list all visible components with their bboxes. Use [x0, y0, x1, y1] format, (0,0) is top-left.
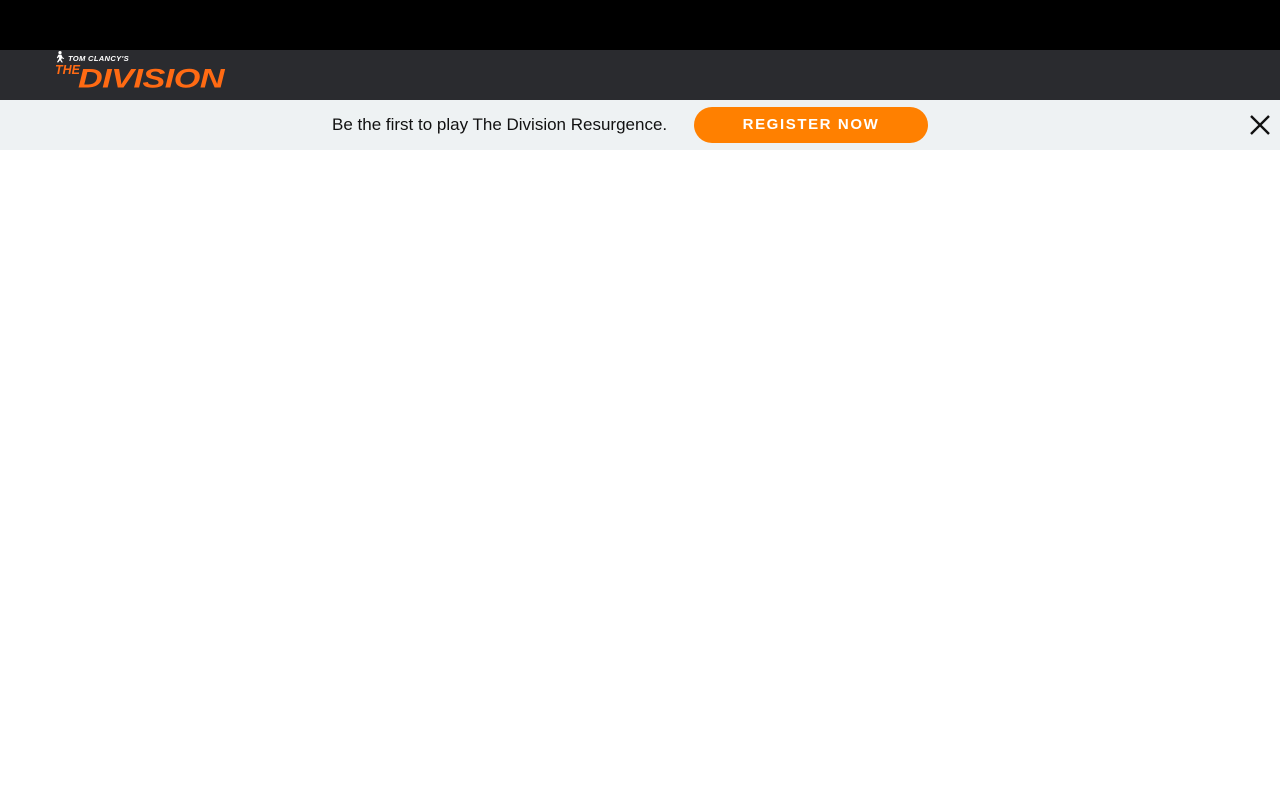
promo-banner: Be the first to play The Division Resurg… — [0, 100, 1280, 150]
logo-the-text: THE — [55, 63, 81, 77]
main-content — [0, 150, 1280, 800]
top-bar — [0, 0, 1280, 50]
agent-figure-icon — [56, 51, 65, 63]
close-icon — [1250, 115, 1270, 135]
site-header: TOM CLANCY'S THE DIVISION — [0, 50, 1280, 100]
promo-text: Be the first to play The Division Resurg… — [332, 115, 668, 134]
logo-title-text: DIVISION — [78, 64, 225, 94]
close-banner-button[interactable] — [1248, 113, 1272, 137]
logo-brand-text: TOM CLANCY'S — [68, 54, 129, 63]
register-now-button[interactable]: REGISTER NOW — [694, 107, 928, 143]
site-logo[interactable]: TOM CLANCY'S THE DIVISION — [55, 50, 230, 100]
division-logo-icon: TOM CLANCY'S THE DIVISION — [55, 51, 226, 94]
